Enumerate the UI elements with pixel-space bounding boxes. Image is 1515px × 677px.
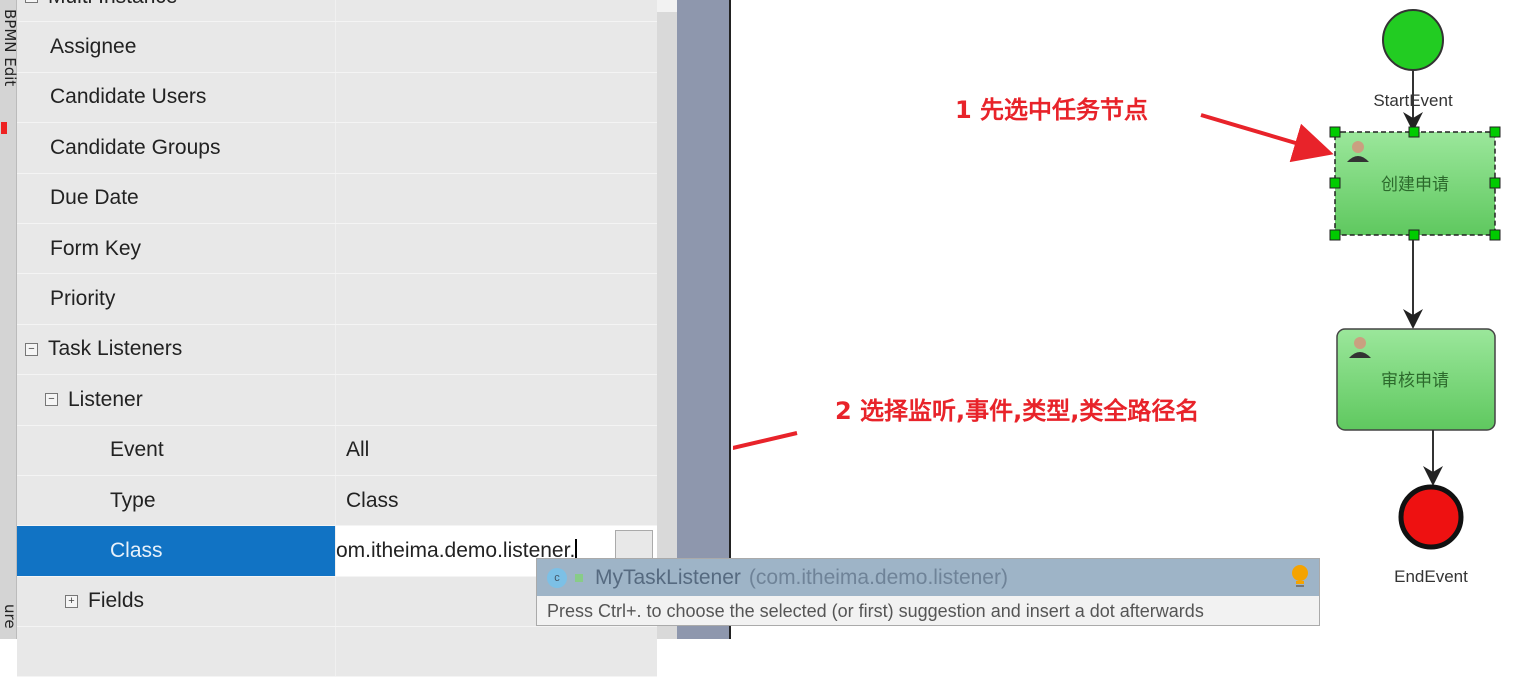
property-name: Candidate Users <box>17 72 336 123</box>
suggestion-package: (com.itheima.demo.listener) <box>748 565 1008 589</box>
public-icon <box>575 573 583 582</box>
property-value <box>336 627 657 676</box>
annotation-2: 2 选择监听,事件,类型,类全路径名 <box>835 397 1200 425</box>
annotation-arrow <box>1200 113 1334 163</box>
property-name: + Fields <box>17 576 336 627</box>
start-event[interactable] <box>1382 9 1444 71</box>
property-label: Multi Instance <box>48 0 178 9</box>
property-value: Class <box>336 476 657 525</box>
property-label: Candidate Users <box>50 85 207 109</box>
annotation-1: 1 先选中任务节点 <box>955 96 1149 124</box>
property-row[interactable]: Candidate Groups <box>17 123 657 174</box>
property-label: Form Key <box>50 236 142 260</box>
property-value-text: All <box>346 438 370 462</box>
property-row[interactable]: Event All <box>17 425 657 476</box>
panel-divider <box>677 0 731 639</box>
end-event[interactable] <box>1398 484 1464 550</box>
property-name: + Multi Instance <box>17 0 336 22</box>
property-row[interactable]: Form Key <box>17 223 657 275</box>
suggestion-hint: Press Ctrl+. to choose the selected (or … <box>547 601 1204 621</box>
property-label: Due Date <box>50 186 139 210</box>
property-label: Assignee <box>50 35 137 59</box>
property-name: Candidate Groups <box>17 123 336 173</box>
property-name: − Listener <box>17 375 336 425</box>
property-name: Class <box>17 526 336 576</box>
scrollbar-thumb[interactable] <box>657 0 677 12</box>
property-label: Event <box>110 438 164 462</box>
property-value <box>336 22 657 71</box>
property-value <box>336 274 657 323</box>
class-icon: c <box>547 567 567 588</box>
property-label: Class <box>110 538 163 562</box>
suggestion-item[interactable]: c MyTaskListener (com.itheima.demo.liste… <box>537 559 1319 596</box>
property-value-text: Class <box>346 488 399 512</box>
property-row[interactable]: Priority <box>17 274 657 325</box>
property-name: Due Date <box>17 173 336 223</box>
property-value <box>336 224 657 273</box>
property-row[interactable]: Assignee <box>17 22 657 73</box>
property-row[interactable]: − Listener <box>17 375 657 426</box>
property-row[interactable]: Due Date <box>17 173 657 224</box>
editor-icon <box>1 122 7 134</box>
property-name: Type <box>17 475 336 526</box>
property-label: Type <box>110 488 156 512</box>
property-name: − Task Listeners <box>17 324 336 375</box>
end-event-label: EndEvent <box>1394 567 1468 586</box>
property-label: Listener <box>68 387 143 411</box>
expand-icon[interactable]: + <box>25 0 38 4</box>
suggestion-name: MyTaskListener <box>595 565 741 589</box>
property-value <box>336 123 657 172</box>
property-row[interactable]: Type Class <box>17 475 657 527</box>
task-label: 审核申请 <box>1381 371 1449 391</box>
property-value: All <box>336 426 657 475</box>
property-name <box>17 627 336 677</box>
annotation-arrow <box>733 431 798 450</box>
collapse-icon[interactable]: − <box>45 393 58 407</box>
property-value <box>336 73 657 122</box>
expand-icon[interactable]: + <box>65 594 78 608</box>
property-value <box>336 174 657 223</box>
property-value <box>336 375 657 424</box>
scrollbar[interactable] <box>657 0 677 639</box>
property-label: Task Listeners <box>48 337 183 361</box>
property-name: Form Key <box>17 223 336 274</box>
property-label: Priority <box>50 287 116 311</box>
property-row[interactable]: Candidate Users <box>17 72 657 124</box>
collapse-icon[interactable]: − <box>25 342 38 356</box>
property-value <box>336 0 657 21</box>
side-tab-strip: BPMN Edit ure <box>0 0 19 639</box>
property-row[interactable]: + Multi Instance <box>17 0 657 23</box>
property-label: Fields <box>88 589 145 613</box>
property-row[interactable]: − Task Listeners <box>17 324 657 376</box>
property-name: Assignee <box>17 22 336 72</box>
property-label: Candidate Groups <box>50 135 221 159</box>
lightbulb-icon[interactable] <box>1291 565 1309 589</box>
property-row[interactable] <box>17 627 657 677</box>
property-name: Priority <box>17 274 336 324</box>
autocomplete-popup: c MyTaskListener (com.itheima.demo.liste… <box>536 558 1320 626</box>
task-label: 创建申请 <box>1381 175 1449 195</box>
property-value <box>336 325 657 374</box>
property-name: Event <box>17 425 336 475</box>
start-event-label: StartEvent <box>1373 91 1453 110</box>
